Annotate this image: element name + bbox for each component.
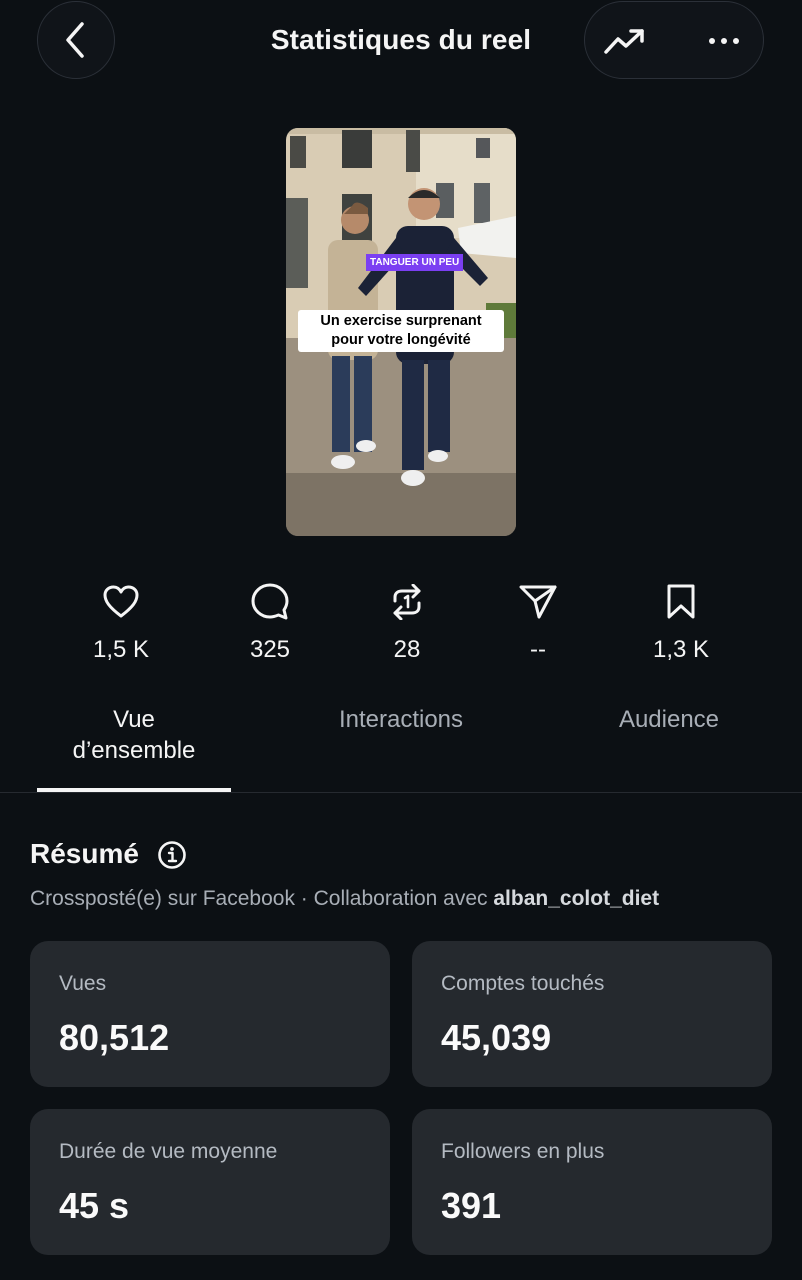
card-accounts-reached-label: Comptes touchés xyxy=(441,972,605,995)
summary-subtitle-prefix: Crossposté(e) sur Facebook · Collaborati… xyxy=(30,887,494,910)
tab-audience-label: Audience xyxy=(618,706,720,733)
stat-shares-value: -- xyxy=(530,636,546,663)
stat-saves-value: 1,3 K xyxy=(652,636,710,663)
tab-overview-line2: d’ensemble xyxy=(72,737,196,764)
tab-interactions-label: Interactions xyxy=(338,706,464,733)
card-followers-gained[interactable]: Followers en plus 391 xyxy=(412,1109,772,1255)
tabs-divider xyxy=(0,792,802,793)
heart-icon xyxy=(103,585,139,618)
tab-overview[interactable]: Vue d’ensemble xyxy=(37,704,231,766)
share-icon xyxy=(519,585,557,619)
card-views-label: Vues xyxy=(59,972,107,995)
chevron-left-icon xyxy=(66,22,84,58)
card-accounts-reached-value: 45,039 xyxy=(441,1017,552,1058)
card-views-value: 80,512 xyxy=(59,1017,170,1058)
stat-saves[interactable]: 1,3 K xyxy=(621,582,741,664)
comment-icon xyxy=(251,583,289,620)
card-followers-gained-value: 391 xyxy=(441,1185,502,1226)
card-average-watch-time[interactable]: Durée de vue moyenne 45 s xyxy=(30,1109,390,1255)
info-icon xyxy=(158,841,186,869)
bookmark-icon xyxy=(667,584,695,619)
card-followers-gained-label: Followers en plus xyxy=(441,1140,605,1163)
thumbnail-caption-line1: Un exercise surprenant xyxy=(320,313,482,329)
stat-comments[interactable]: 325 xyxy=(210,582,330,664)
collaborator-link[interactable]: alban_colot_diet xyxy=(493,887,659,910)
stat-comments-value: 325 xyxy=(249,636,291,663)
more-horizontal-icon xyxy=(709,38,739,44)
page-title: Statistiques du reel xyxy=(270,24,532,55)
card-average-watch-time-value: 45 s xyxy=(59,1185,130,1226)
stat-likes-value: 1,5 K xyxy=(92,636,150,663)
tab-interactions[interactable]: Interactions xyxy=(300,704,502,735)
card-average-watch-time-label: Durée de vue moyenne xyxy=(59,1140,278,1163)
repost-icon xyxy=(393,584,421,620)
summary-subtitle: Crossposté(e) sur Facebook · Collaborati… xyxy=(30,887,659,911)
card-views[interactable]: Vues 80,512 xyxy=(30,941,390,1087)
thumbnail-tag: TANGUER UN PEU xyxy=(366,254,464,271)
stat-shares[interactable]: -- xyxy=(478,582,598,664)
thumbnail-caption-line2: pour votre longévité xyxy=(331,332,471,348)
info-button[interactable] xyxy=(157,840,187,870)
header-actions xyxy=(584,1,764,79)
tab-overview-line1: Vue xyxy=(113,706,155,733)
summary-title: Résumé xyxy=(30,838,139,869)
stat-reposts-value: 28 xyxy=(393,636,421,663)
card-accounts-reached[interactable]: Comptes touchés 45,039 xyxy=(412,941,772,1087)
stat-reposts[interactable]: 28 xyxy=(347,582,467,664)
back-button[interactable] xyxy=(37,1,115,79)
stat-likes[interactable]: 1,5 K xyxy=(61,582,181,664)
trending-up-icon xyxy=(604,29,644,54)
trend-button[interactable] xyxy=(601,19,649,63)
reel-thumbnail[interactable]: TANGUER UN PEU Un exercise surprenant po… xyxy=(286,128,516,536)
tab-audience[interactable]: Audience xyxy=(580,704,758,735)
more-options-button[interactable] xyxy=(697,19,751,63)
thumbnail-caption: Un exercise surprenant pour votre longév… xyxy=(298,310,504,352)
